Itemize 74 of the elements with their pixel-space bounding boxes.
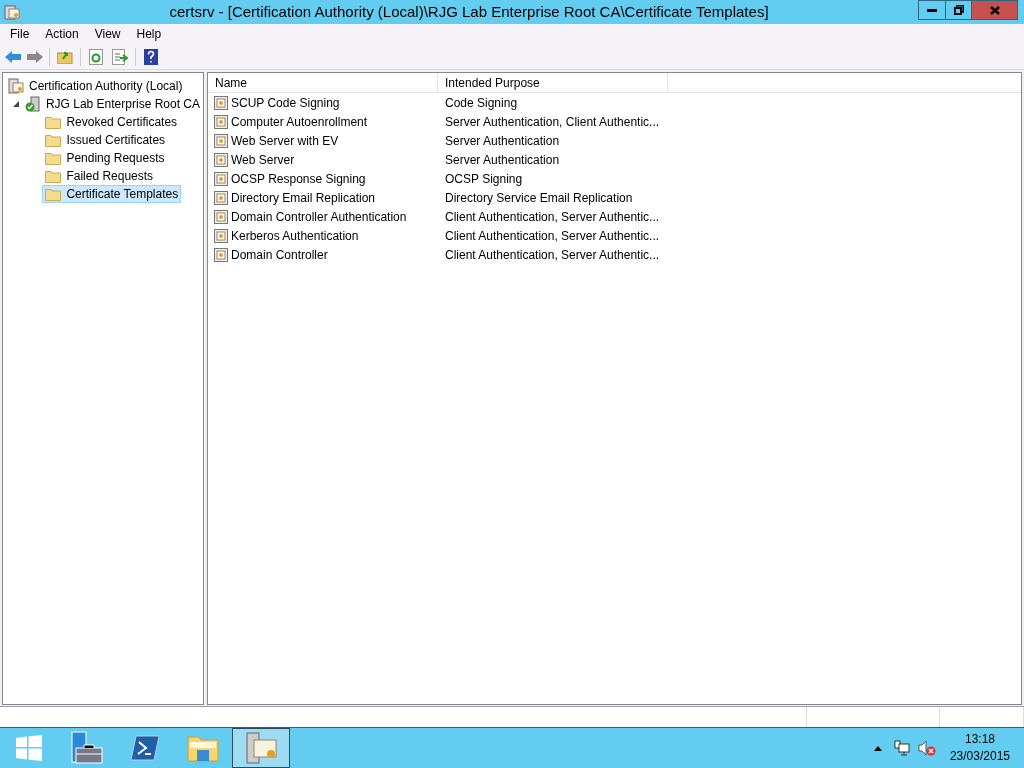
folder-icon	[45, 133, 62, 147]
certificate-template-icon	[214, 190, 228, 205]
clock-date: 23/03/2015	[949, 748, 1010, 765]
column-header[interactable]: Intended Purpose	[438, 73, 668, 92]
windows-logo-icon	[16, 735, 42, 761]
table-cell-text: Server Authentication	[444, 132, 561, 150]
certificate-template-icon	[214, 171, 228, 186]
restore-button[interactable]	[946, 0, 972, 20]
template-name[interactable]: Web Server with EV	[231, 131, 339, 150]
column-header[interactable]: Name	[208, 73, 438, 92]
template-name[interactable]: Domain Controller Authentication	[231, 207, 407, 226]
clock-time: 13:18	[964, 731, 995, 748]
folder-icon	[45, 169, 62, 183]
folder-up-icon	[57, 49, 73, 64]
menu-item[interactable]: View	[86, 24, 129, 44]
table-cell-text: Client Authentication, Server Authentic...	[444, 208, 661, 226]
table-cell-text: Directory Service Email Replication	[444, 189, 634, 207]
help-icon	[144, 48, 158, 65]
template-name[interactable]: Domain Controller	[231, 245, 328, 264]
tree-item[interactable]: Certificate Templates	[42, 185, 182, 203]
table-cell-text: OCSP Signing	[444, 170, 524, 188]
export-list-button[interactable]	[109, 46, 131, 67]
table-cell-text: Server Authentication, Client Authentic...	[444, 113, 661, 131]
window-title: certsrv - [Certification Authority (Local)\RJG Lab Enterprise Root CA\Certificate Templates]	[168, 1, 770, 22]
certificate-template-icon	[214, 209, 228, 224]
back-arrow-icon	[5, 50, 21, 63]
menu-item[interactable]: Help	[128, 24, 170, 44]
tree-item[interactable]: Pending Requests	[42, 149, 168, 167]
template-name[interactable]: OCSP Response Signing	[231, 169, 366, 188]
tree-item[interactable]: Issued Certificates	[42, 131, 169, 149]
folder-icon	[187, 734, 219, 762]
speaker-muted-icon[interactable]	[917, 740, 936, 756]
tree-item[interactable]: Certification Authority (Local)	[5, 77, 186, 95]
restore-icon	[953, 5, 964, 15]
tree-item[interactable]: RJG Lab Enterprise Root CA	[21, 95, 203, 113]
server-check-icon	[24, 96, 41, 112]
close-button[interactable]	[972, 0, 1018, 20]
certificate-template-icon	[214, 152, 228, 167]
menu-item[interactable]: Action	[37, 24, 87, 44]
certificate-server-icon	[4, 4, 20, 20]
certificate-template-icon	[214, 95, 228, 110]
template-name[interactable]: Computer Autoenrollment	[231, 112, 368, 131]
tree-item[interactable]: Failed Requests	[42, 167, 157, 185]
table-cell-text: Code Signing	[444, 94, 519, 112]
close-icon	[989, 5, 1000, 15]
certificate-server-icon	[244, 731, 278, 765]
show-hidden-icons-arrow-icon[interactable]	[873, 745, 882, 751]
server-toolbox-icon	[70, 731, 104, 765]
menu-item[interactable]: File	[2, 24, 38, 44]
template-name[interactable]: Kerberos Authentication	[231, 226, 359, 245]
template-name[interactable]: Directory Email Replication	[231, 188, 376, 207]
table-cell-text: Client Authentication, Server Authentic...	[444, 227, 661, 245]
refresh-icon	[89, 48, 103, 65]
terminal-prompt-icon	[131, 735, 159, 761]
expanded-arrow-icon[interactable]	[13, 101, 20, 107]
minimize-icon	[927, 8, 937, 12]
folder-icon	[45, 115, 62, 129]
tree-item[interactable]: Revoked Certificates	[42, 113, 181, 131]
forward-arrow-icon	[27, 50, 43, 63]
template-name[interactable]: Web Server	[231, 150, 295, 169]
certificate-template-icon	[214, 133, 228, 148]
export-list-icon	[112, 48, 128, 65]
certificate-template-icon	[214, 228, 228, 243]
certificate-template-icon	[214, 247, 228, 262]
certificate-server-icon	[8, 78, 24, 94]
folder-icon	[45, 151, 62, 165]
network-icon[interactable]	[893, 740, 910, 756]
template-name[interactable]: SCUP Code Signing	[231, 93, 340, 112]
table-cell-text: Client Authentication, Server Authentic...	[444, 246, 661, 264]
folder-icon	[45, 187, 62, 201]
table-cell-text: Server Authentication	[444, 151, 561, 169]
taskbar-button[interactable]	[232, 728, 290, 768]
minimize-button[interactable]	[918, 0, 946, 20]
certificate-template-icon	[214, 114, 228, 129]
